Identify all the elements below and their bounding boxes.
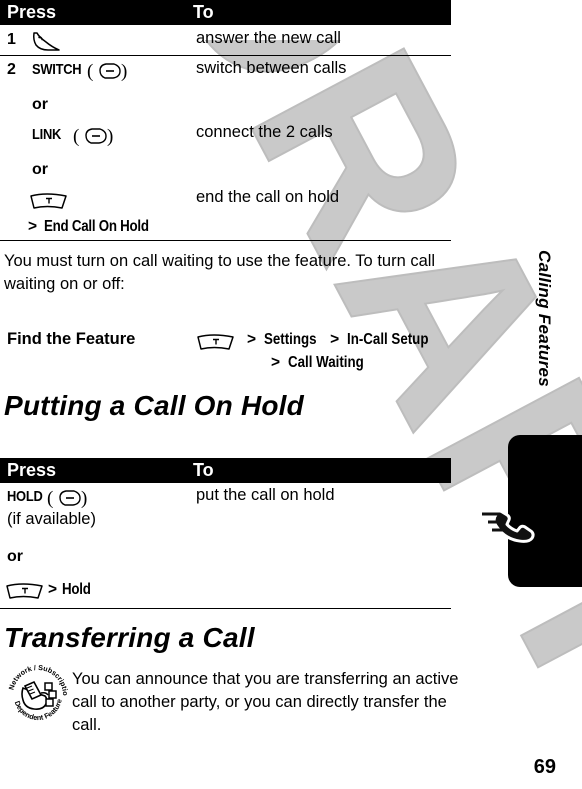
column-header-press: Press bbox=[7, 2, 57, 22]
left-soft-key-icon: ( ) bbox=[86, 60, 130, 82]
manual-page: DRAFT Press To 1 answer the new call 2 S… bbox=[0, 0, 582, 789]
network-subscription-dependent-feature-icon: Network / Subscription Dependent Feature bbox=[3, 655, 71, 728]
path-chevron: > bbox=[330, 331, 340, 348]
section-heading-transferring-a-call: Transferring a Call bbox=[4, 622, 255, 653]
softkey-label-hold: HOLD bbox=[7, 488, 43, 505]
submenu-end-call-on-hold: End Call On Hold bbox=[44, 218, 149, 235]
table-header-row: Press To bbox=[0, 0, 451, 25]
table-hold: Press To bbox=[0, 458, 451, 483]
or-separator: or bbox=[7, 548, 23, 565]
table-header-row: Press To bbox=[0, 458, 451, 483]
table-call-waiting: Press To bbox=[0, 0, 451, 25]
step-number: 1 bbox=[7, 31, 16, 48]
menu-key-icon bbox=[4, 580, 48, 602]
table-row: 2 SWITCH ( ) switch between calls or LIN… bbox=[0, 55, 451, 241]
menu-key-icon bbox=[28, 190, 72, 212]
page-number: 69 bbox=[533, 756, 556, 778]
row-description: end the call on hold bbox=[196, 188, 340, 206]
or-separator: or bbox=[32, 161, 48, 178]
hold-availability-note: (if available) bbox=[7, 510, 96, 528]
menu-item-in-call-setup: In-Call Setup bbox=[346, 331, 429, 348]
column-header-to: To bbox=[193, 2, 214, 22]
table-row: HOLD ( ) (if available) put the call on … bbox=[0, 483, 451, 609]
submenu-chevron: > bbox=[48, 581, 58, 598]
left-soft-key-icon: ( ) bbox=[46, 487, 90, 509]
svg-text:(: ( bbox=[87, 61, 93, 82]
section-heading-putting-a-call-on-hold: Putting a Call On Hold bbox=[4, 390, 304, 421]
column-header-to: To bbox=[193, 460, 214, 480]
softkey-label-switch: SWITCH bbox=[32, 61, 82, 78]
send-key-icon bbox=[32, 31, 62, 52]
find-the-feature-label: Find the Feature bbox=[7, 330, 136, 348]
submenu-hold: Hold bbox=[62, 581, 91, 598]
paragraph-transferring-intro: You can announce that you are transferri… bbox=[72, 670, 459, 734]
row-description: answer the new call bbox=[196, 29, 341, 47]
row-description: connect the 2 calls bbox=[196, 123, 333, 141]
or-separator: or bbox=[32, 96, 48, 113]
softkey-label-link: LINK bbox=[32, 126, 62, 143]
path-chevron: > bbox=[247, 331, 257, 348]
menu-item-settings: Settings bbox=[263, 331, 317, 348]
menu-path-line-1: > Settings > In-Call Setup bbox=[247, 331, 441, 349]
row-description: switch between calls bbox=[196, 59, 347, 77]
submenu-chevron: > bbox=[28, 218, 38, 235]
menu-path-line-2: > Call Waiting bbox=[271, 354, 376, 372]
find-the-feature-block: Find the Feature > Settings > In-Call Se… bbox=[0, 325, 451, 380]
svg-text:): ) bbox=[81, 488, 87, 509]
column-header-press: Press bbox=[7, 460, 57, 480]
table-row: 1 answer the new call bbox=[0, 25, 451, 56]
svg-text:): ) bbox=[107, 126, 113, 147]
left-soft-key-icon: ( ) bbox=[72, 125, 116, 147]
svg-text:(: ( bbox=[47, 488, 53, 509]
chapter-title-vertical: Calling Features bbox=[535, 250, 554, 388]
path-chevron: > bbox=[271, 354, 281, 371]
paragraph-call-waiting-intro: You must turn on call waiting to use the… bbox=[4, 252, 436, 293]
svg-text:): ) bbox=[121, 61, 127, 82]
row-description: put the call on hold bbox=[196, 486, 335, 504]
menu-key-icon bbox=[195, 331, 239, 353]
svg-text:(: ( bbox=[73, 126, 79, 147]
menu-item-call-waiting: Call Waiting bbox=[287, 354, 364, 371]
step-number: 2 bbox=[7, 61, 16, 78]
telephone-handset-icon bbox=[478, 480, 558, 550]
